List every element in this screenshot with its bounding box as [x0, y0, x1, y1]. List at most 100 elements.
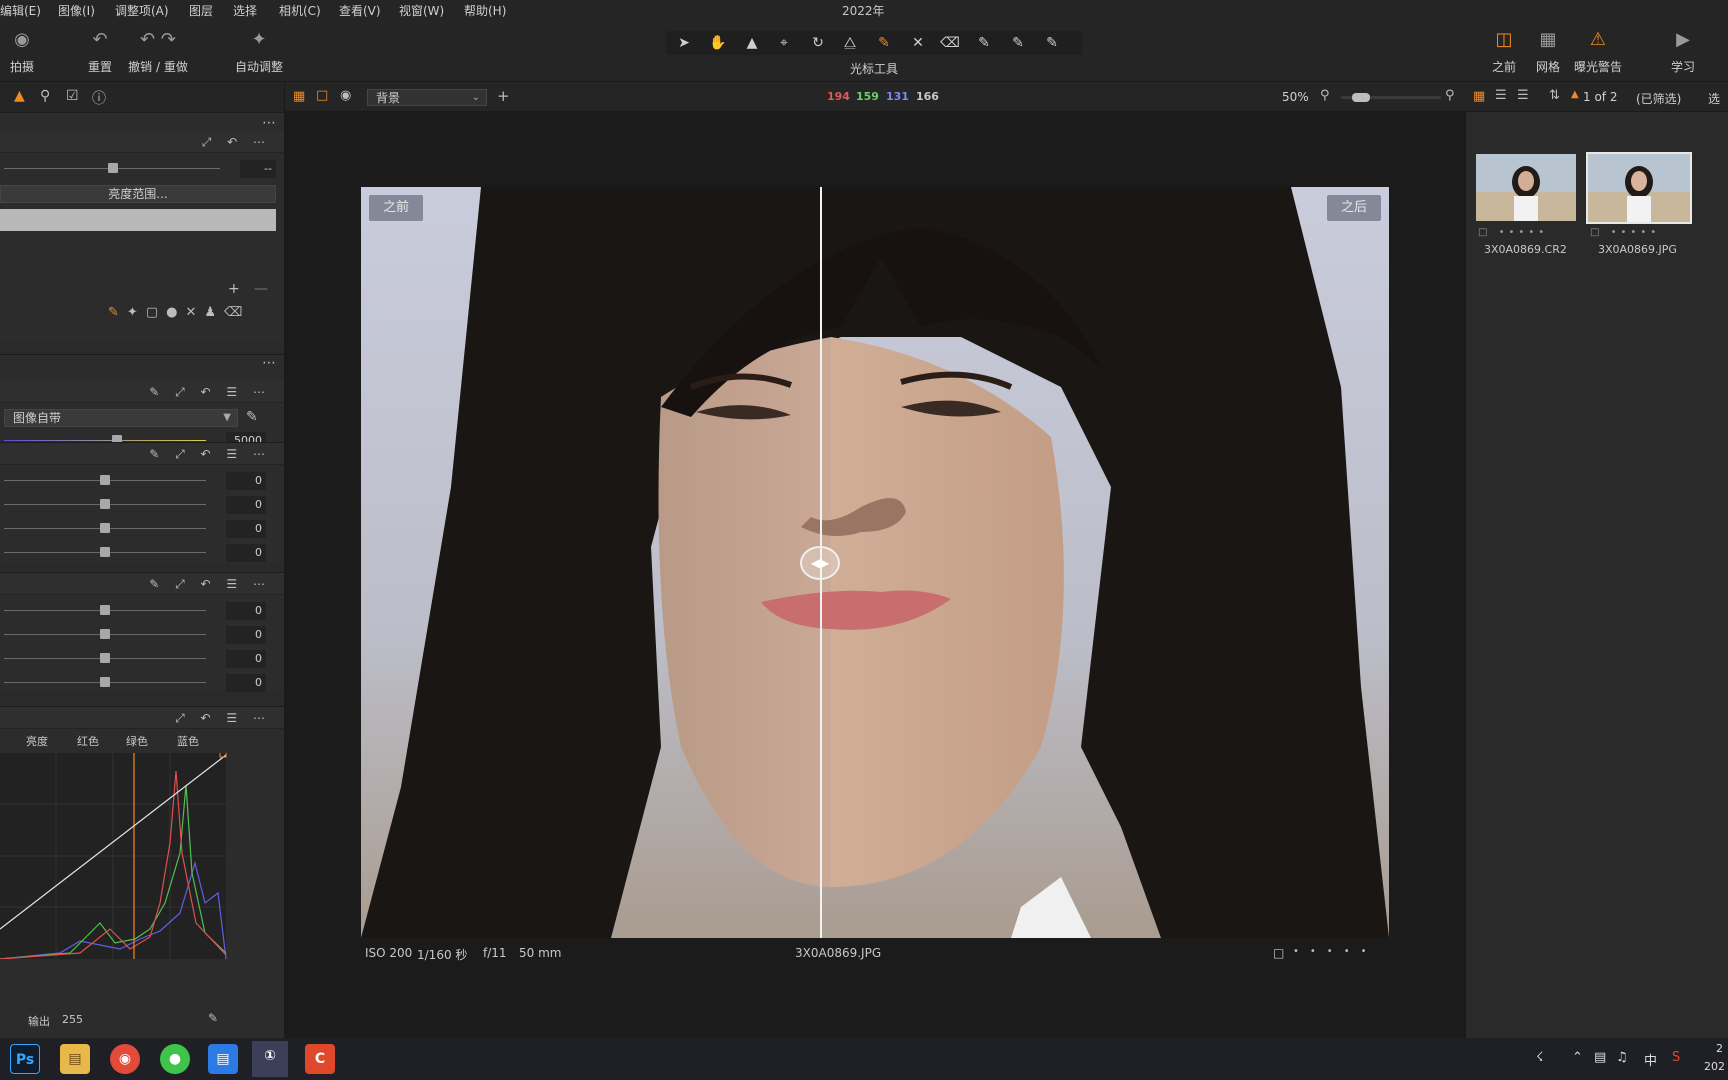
shadow-slider[interactable]: 0 [4, 625, 280, 645]
input-language[interactable]: 中 [1644, 1050, 1657, 1069]
draw-mask-icon[interactable]: ✎ [108, 305, 127, 320]
chrome-icon[interactable]: ◉ [110, 1044, 140, 1074]
layer-opacity-slider[interactable]: -- [4, 159, 280, 179]
learn-button[interactable]: ▶ 学习 [1668, 28, 1698, 75]
zoom-slider[interactable] [1341, 93, 1441, 102]
wechat-icon[interactable]: ● [160, 1044, 190, 1074]
erase-mask-icon[interactable]: ⌫ [224, 305, 250, 320]
clipboard-tab-icon[interactable]: ☑ [66, 88, 79, 104]
stamp-icon[interactable]: ♟ [204, 305, 224, 320]
undo-redo-button[interactable]: ↶ ↷ 撤销 / 重做 [128, 28, 188, 75]
wand-mask-icon[interactable]: ✦ [127, 305, 146, 320]
exposure-value[interactable]: 0 [226, 472, 266, 490]
radial-mask-icon[interactable]: ● [166, 305, 185, 320]
thumbnail-rating[interactable]: □ ••••• [1590, 227, 1660, 238]
contrast-slider[interactable]: 0 [4, 495, 280, 515]
select-arrow-icon[interactable]: ➤ [670, 31, 698, 55]
picker-icon[interactable]: ✎ [970, 31, 998, 55]
eyedropper-icon[interactable]: ✎ [246, 409, 258, 425]
exposure-warning-button[interactable]: ⚠ 曝光警告 [1573, 28, 1623, 75]
section-controls[interactable]: ✎ ⤢ ↶ ☰ ⋯ [149, 577, 271, 592]
single-view-icon[interactable]: □ [316, 88, 328, 103]
auto-adjust-button[interactable]: ✦ 自动调整 [234, 28, 284, 75]
thumbnail-cr2[interactable] [1476, 154, 1576, 221]
heal-icon[interactable]: ✕ [904, 31, 932, 55]
saturation-value[interactable]: 0 [226, 544, 266, 562]
exposure-slider[interactable]: 0 [4, 471, 280, 491]
multi-view-icon[interactable]: ▦ [293, 89, 305, 104]
saturation-slider[interactable]: 0 [4, 543, 280, 563]
thumbnail-jpg[interactable] [1586, 152, 1692, 224]
browser-select-label[interactable]: 选 [1708, 90, 1720, 107]
brightness-value[interactable]: 0 [226, 520, 266, 538]
zoom-level[interactable]: 50% [1282, 90, 1309, 104]
more-options-icon[interactable]: ⋯ [262, 355, 277, 371]
menu-layers[interactable]: 图层 [189, 2, 213, 19]
slider-knob[interactable] [108, 163, 118, 173]
highlight-slider[interactable]: 0 [4, 601, 280, 621]
thumbnail-rating[interactable]: □ ••••• [1478, 227, 1548, 238]
folder-icon[interactable]: ▤ [60, 1044, 90, 1074]
capture-button[interactable]: ◉ 拍摄 [10, 28, 34, 75]
menu-adjustments[interactable]: 调整项(A) [115, 2, 169, 19]
shadow-value[interactable]: 0 [226, 626, 266, 644]
brush-icon[interactable]: ✎ [870, 31, 898, 55]
menu-window[interactable]: 视窗(W) [399, 2, 444, 19]
section-controls[interactable]: ⤢ ↶ ☰ ⋯ [175, 711, 271, 726]
reset-button[interactable]: ↶ 重置 [86, 28, 114, 75]
zoom-out-icon[interactable]: ⚲ [1320, 88, 1330, 103]
add-icon[interactable]: + [497, 87, 510, 105]
menu-edit[interactable]: 编辑(E) [0, 2, 41, 19]
mask-tools[interactable]: ✎✦▢●✕♟⌫ [108, 305, 250, 320]
network-icon[interactable]: ▤ [1594, 1050, 1606, 1065]
tray-time[interactable]: 2 [1716, 1042, 1723, 1055]
white-slider[interactable]: 0 [4, 649, 280, 669]
gradient-mask-icon[interactable]: ▢ [146, 305, 166, 320]
rotate-icon[interactable]: ↻ [804, 31, 832, 55]
white-value[interactable]: 0 [226, 650, 266, 668]
clipchamp-icon[interactable]: C [305, 1044, 335, 1074]
sogou-icon[interactable]: S [1672, 1050, 1680, 1065]
tray-chevron-icon[interactable]: ⌃ [1572, 1050, 1583, 1065]
capture-one-icon[interactable]: ① [252, 1041, 288, 1077]
info-tab-icon[interactable]: ⓘ [92, 88, 106, 108]
list-view-icon[interactable]: ☰ [1495, 88, 1507, 103]
brightness-range-button[interactable]: 亮度范围... [0, 185, 276, 203]
filmstrip-view-icon[interactable]: ☰ [1517, 88, 1529, 103]
tray-date[interactable]: 202 [1704, 1060, 1725, 1073]
eyedropper-icon[interactable]: ✎ [208, 1011, 218, 1025]
curve-graph[interactable] [0, 753, 232, 959]
pan-hand-icon[interactable]: ✋ [704, 31, 732, 55]
section-controls[interactable]: ✎ ⤢ ↶ ☰ ⋯ [149, 385, 271, 400]
split-handle[interactable]: ◀▶ [800, 546, 840, 580]
layer-select[interactable]: 背景 ⌄ [367, 89, 487, 106]
annotate-icon[interactable]: ✎ [1038, 31, 1066, 55]
menu-image[interactable]: 图像(I) [58, 2, 95, 19]
people-icon[interactable]: ☇ [1536, 1050, 1543, 1065]
rating-stars[interactable]: ••••• [1293, 946, 1378, 957]
crop-icon[interactable]: ⌖ [770, 31, 798, 55]
curve-tab-red[interactable]: 红色 [77, 733, 99, 749]
photoshop-icon[interactable]: Ps [10, 1044, 40, 1074]
grid-button[interactable]: ▦ 网格 [1534, 28, 1562, 75]
black-value[interactable]: 0 [226, 674, 266, 692]
before-button[interactable]: ◫ 之前 [1490, 28, 1518, 75]
heal-mask-icon[interactable]: ✕ [185, 305, 204, 320]
menu-help[interactable]: 帮助(H) [464, 2, 506, 19]
clone-icon[interactable]: ✎ [1004, 31, 1032, 55]
curve-tab-luma[interactable]: 亮度 [26, 733, 48, 749]
photo-before-after[interactable]: 之前 之后 ◀▶ [361, 187, 1389, 938]
add-layer-icon[interactable]: + [228, 281, 240, 297]
volume-icon[interactable]: ♫ [1616, 1050, 1628, 1065]
zoom-in-icon[interactable]: ⚲ [1445, 88, 1455, 103]
zoom-slider-knob[interactable] [1352, 93, 1370, 102]
black-slider[interactable]: 0 [4, 673, 280, 693]
select-checkbox[interactable]: □ [1273, 946, 1284, 960]
curve-tab-blue[interactable]: 蓝色 [177, 733, 199, 749]
section-controls[interactable]: ✎ ⤢ ↶ ☰ ⋯ [149, 447, 271, 462]
layer-value[interactable]: -- [240, 160, 276, 178]
menu-camera[interactable]: 相机(C) [279, 2, 321, 19]
contrast-value[interactable]: 0 [226, 496, 266, 514]
remove-layer-icon[interactable]: — [254, 281, 268, 297]
more-options-icon[interactable]: ⋯ [262, 115, 277, 131]
